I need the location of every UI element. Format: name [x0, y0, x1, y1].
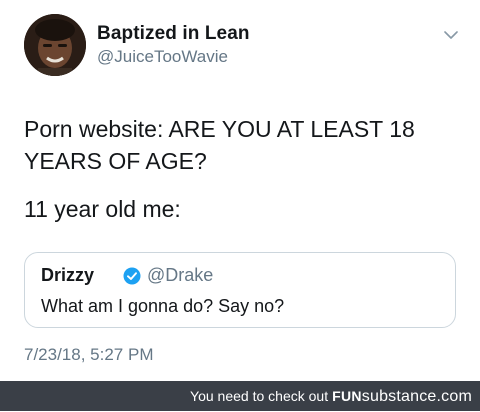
quoted-display-name[interactable]: Drizzy [41, 265, 94, 286]
footer-content: You need to check out FUNsubstance.com [190, 381, 472, 412]
tweet-text-line-1: Porn website: ARE YOU AT LEAST 18 YEARS … [24, 116, 415, 174]
avatar-photo-icon [24, 14, 86, 76]
quoted-tweet[interactable]: Drizzy @Drake What am I gonna do? Say no… [24, 252, 456, 328]
user-avatar[interactable] [24, 14, 86, 76]
quoted-handle[interactable]: @Drake [147, 265, 213, 286]
watermark-footer: You need to check out FUNsubstance.com [0, 381, 480, 411]
author-handle[interactable]: @JuiceTooWavie [97, 47, 228, 67]
footer-brand-bold: FUN [332, 388, 362, 404]
tweet-timestamp[interactable]: 7/23/18, 5:27 PM [24, 345, 153, 365]
footer-text: You need to check out [190, 388, 329, 404]
quoted-tweet-text: What am I gonna do? Say no? [41, 296, 285, 316]
footer-brand-rest: substance.com [361, 388, 472, 405]
chevron-down-icon[interactable] [444, 30, 458, 40]
author-display-name[interactable]: Baptized in Lean [97, 23, 250, 45]
tweet-text-line-2: 11 year old me: [24, 196, 181, 222]
verified-badge-icon [123, 267, 141, 285]
tweet-card: Baptized in Lean @JuiceTooWavie Porn web… [0, 0, 480, 381]
